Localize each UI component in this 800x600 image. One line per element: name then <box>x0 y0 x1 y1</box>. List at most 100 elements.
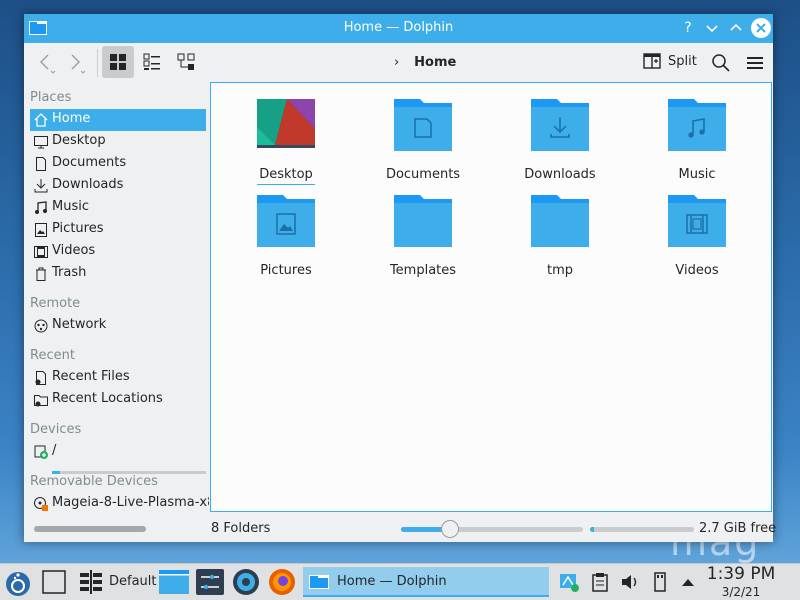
launcher-firefox[interactable] <box>266 567 298 597</box>
section-places: Places <box>30 90 72 105</box>
free-space-bar[interactable] <box>590 527 694 532</box>
desktop-icon <box>34 136 48 149</box>
zoom-slider-handle[interactable] <box>441 520 460 538</box>
breadcrumb[interactable]: › Home <box>394 55 456 73</box>
section-removable: Removable Devices <box>30 474 158 489</box>
toolbar-separator <box>97 49 98 77</box>
speaker-icon <box>622 575 637 589</box>
view-icons-icon <box>110 54 126 70</box>
show-desktop-button[interactable] <box>40 567 68 597</box>
sidebar-item-videos[interactable]: Videos <box>30 241 206 263</box>
sidebar-item-label: Music <box>52 199 89 214</box>
icons-view-button[interactable] <box>102 46 134 78</box>
control-center-icon <box>233 569 259 595</box>
file-name: Documents <box>385 167 461 182</box>
sidebar-item-live-media[interactable]: Mageia-8-Live-Plasma-x86 <box>30 493 209 515</box>
sidebar-item-recent-files[interactable]: Recent Files <box>30 367 206 389</box>
recent-files-icon <box>35 371 46 385</box>
file-item-pictures[interactable]: Pictures <box>231 195 341 287</box>
view-tree-icon <box>177 53 195 70</box>
split-button[interactable]: Split <box>642 51 697 75</box>
activity-switcher[interactable]: Default <box>76 567 168 597</box>
breadcrumb-home[interactable]: Home <box>414 55 456 70</box>
file-view[interactable]: Desktop Documents Downloads Music Pictur… <box>210 82 772 512</box>
sidebar-item-label: Trash <box>52 265 87 280</box>
file-item-videos[interactable]: Videos <box>642 195 752 287</box>
sidebar-item-music[interactable]: Music <box>30 197 206 219</box>
close-icon <box>756 23 766 33</box>
sidebar-item-label: Recent Locations <box>52 391 163 406</box>
tray-clipboard[interactable] <box>588 567 612 597</box>
sidebar-item-desktop[interactable]: Desktop <box>30 131 206 153</box>
section-devices: Devices <box>30 422 82 437</box>
details-view-button[interactable] <box>170 46 202 78</box>
sidebar-item-trash[interactable]: Trash <box>30 263 206 285</box>
sidebar-item-label: Network <box>52 317 107 332</box>
close-button[interactable] <box>751 18 771 38</box>
tray-expand-button[interactable] <box>676 567 700 597</box>
free-space-fill <box>590 527 595 532</box>
sidebar-item-documents[interactable]: Documents <box>30 153 206 175</box>
firefox-icon <box>269 569 295 595</box>
file-item-documents[interactable]: Documents <box>368 99 478 191</box>
file-name: Music <box>678 167 716 182</box>
launcher-system-settings[interactable] <box>194 567 226 597</box>
file-item-tmp[interactable]: tmp <box>505 195 615 287</box>
hamburger-menu-icon <box>747 57 763 69</box>
split-view-icon <box>643 53 661 69</box>
hamburger-menu-button[interactable] <box>744 52 766 74</box>
folder-templates-icon <box>394 195 452 247</box>
section-recent: Recent <box>30 348 75 363</box>
clock-date: 3/2/21 <box>721 585 761 599</box>
file-item-music[interactable]: Music <box>642 99 752 191</box>
back-button[interactable] <box>34 51 60 75</box>
minimize-button[interactable] <box>702 18 722 38</box>
recent-locations-icon <box>34 395 48 407</box>
compact-view-button[interactable] <box>136 46 168 78</box>
window-title: Home — Dolphin <box>343 20 454 35</box>
help-button[interactable]: ? <box>678 18 698 38</box>
digital-clock[interactable]: 1:39 PM 3/2/21 <box>700 564 782 599</box>
sidebar-item-root-drive[interactable]: / <box>30 441 206 463</box>
chevron-up-icon <box>730 23 742 31</box>
desktop-thumbnail <box>257 99 315 148</box>
clipboard-icon <box>592 573 608 592</box>
file-item-downloads[interactable]: Downloads <box>505 99 615 191</box>
task-dolphin-window[interactable]: Home — Dolphin <box>303 567 549 597</box>
folder-app-icon <box>159 570 189 594</box>
home-icon <box>34 113 48 127</box>
trash-icon <box>36 267 46 281</box>
sidebar-item-label: Videos <box>52 243 96 258</box>
clock-time: 1:39 PM <box>706 564 776 584</box>
launcher-mageia-control-center[interactable] <box>230 567 262 597</box>
tray-software-updates[interactable] <box>557 567 581 597</box>
sidebar-item-network[interactable]: Network <box>30 315 206 337</box>
zoom-slider-track[interactable] <box>401 527 583 532</box>
sidebar-item-home[interactable]: Home <box>30 109 206 131</box>
forward-button[interactable] <box>64 51 90 75</box>
file-item-templates[interactable]: Templates <box>368 195 478 287</box>
application-launcher[interactable] <box>2 567 34 597</box>
tray-removable-media[interactable] <box>648 567 672 597</box>
usb-drive-icon <box>654 572 666 592</box>
sidebar-item-recent-locations[interactable]: Recent Locations <box>30 389 206 411</box>
file-name: Pictures <box>260 263 312 278</box>
sidebar-item-label: Downloads <box>52 177 124 192</box>
activity-label: Default <box>109 574 157 589</box>
launcher-dolphin[interactable] <box>158 567 190 597</box>
sidebar-item-label: Mageia-8-Live-Plasma-x86 <box>52 495 209 510</box>
title-bar[interactable]: Home — Dolphin ? <box>24 14 773 43</box>
search-button[interactable] <box>710 52 732 74</box>
sidebar-item-pictures[interactable]: Pictures <box>30 219 206 241</box>
maximize-button[interactable] <box>726 18 746 38</box>
tray-volume[interactable] <box>618 567 642 597</box>
mageia-launcher-icon <box>6 572 30 596</box>
network-icon <box>34 319 48 333</box>
videos-icon <box>34 246 48 258</box>
folder-app-icon <box>309 575 329 589</box>
file-item-desktop[interactable]: Desktop <box>231 99 341 191</box>
chevron-down-icon <box>706 25 718 33</box>
pictures-icon <box>35 223 47 237</box>
chevron-right-icon <box>71 54 86 74</box>
sidebar-item-downloads[interactable]: Downloads <box>30 175 206 197</box>
